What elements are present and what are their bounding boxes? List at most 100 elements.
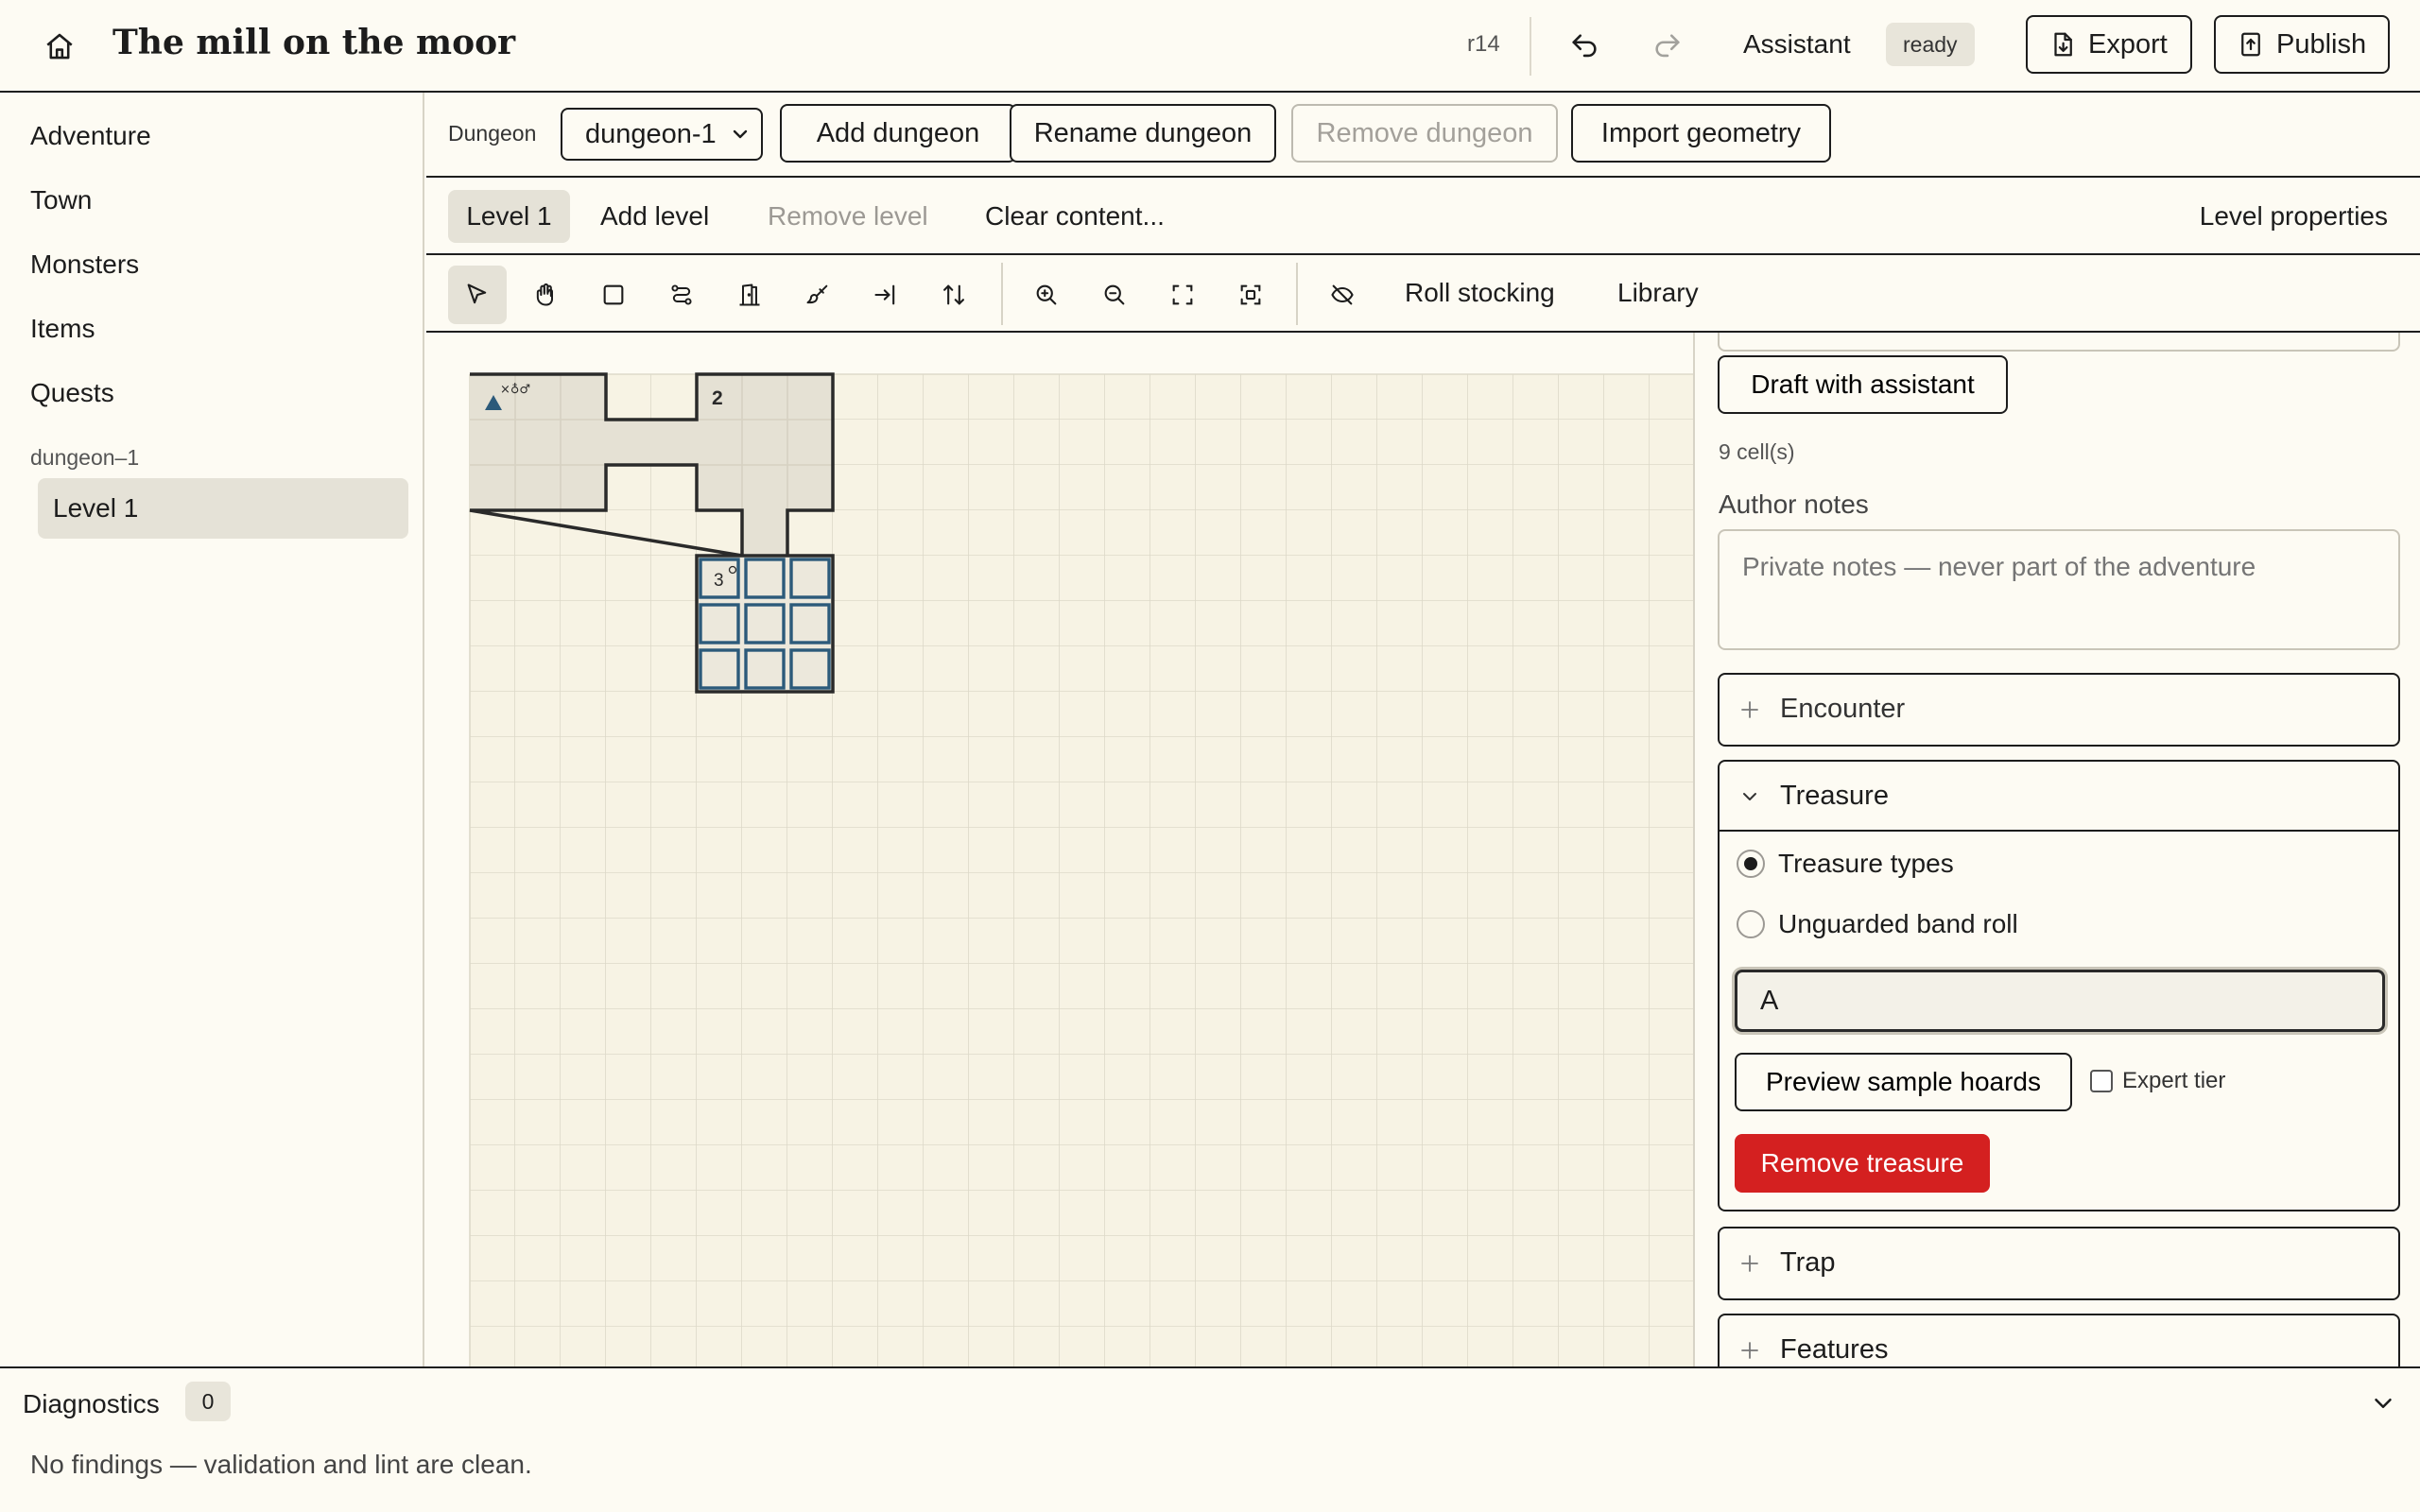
sidebar-item-monsters[interactable]: Monsters (30, 249, 139, 280)
room-properties-panel: Draft with assistant 9 cell(s) Author no… (1693, 333, 2420, 1366)
add-level-button[interactable]: Add level (600, 190, 709, 243)
library-button[interactable]: Library (1617, 278, 1699, 308)
author-notes-label: Author notes (1719, 490, 1869, 519)
trap-section[interactable]: Trap (1718, 1227, 2400, 1300)
publish-button[interactable]: Publish (2214, 15, 2390, 74)
add-dungeon-button[interactable]: Add dungeon (780, 104, 1016, 163)
encounter-header[interactable]: Encounter (1720, 675, 2398, 745)
undo-icon[interactable] (1568, 30, 1600, 62)
diagnostics-count-badge: 0 (185, 1382, 231, 1421)
remove-treasure-button[interactable]: Remove treasure (1735, 1134, 1990, 1193)
sidebar-item-quests[interactable]: Quests (30, 378, 114, 408)
home-icon[interactable] (43, 30, 76, 62)
entrance-icon (873, 282, 899, 308)
app-header: The mill on the moor r14 Assistant ready… (0, 0, 2420, 93)
clear-content-button[interactable]: Clear content... (985, 190, 1165, 243)
room-label: 2 (712, 387, 723, 409)
room-tool[interactable] (584, 266, 643, 324)
level-properties-button[interactable]: Level properties (2200, 190, 2388, 243)
select-icon (464, 282, 491, 308)
rename-dungeon-button[interactable]: Rename dungeon (1010, 104, 1276, 163)
dungeon-select[interactable]: dungeon-1 (561, 108, 763, 161)
paint-tool[interactable] (788, 266, 847, 324)
radio-unselected[interactable] (1737, 910, 1765, 938)
redo-icon (1651, 30, 1684, 62)
encounter-section[interactable]: Encounter (1718, 673, 2400, 747)
room-1[interactable] (470, 374, 606, 510)
import-geometry-button[interactable]: Import geometry (1571, 104, 1831, 163)
checkbox[interactable] (2090, 1070, 2113, 1092)
features-section[interactable]: Features (1718, 1314, 2400, 1366)
room-label: 3 (714, 571, 724, 591)
dungeon-map[interactable]: ×♁♂ 2 3 (426, 333, 1693, 1366)
treasure-types-radio[interactable]: Treasure types (1737, 845, 1954, 883)
toolbar-separator (1001, 263, 1003, 325)
treasure-header[interactable]: Treasure (1720, 762, 2398, 832)
sidebar-item-items[interactable]: Items (30, 314, 95, 344)
corridor-icon (668, 282, 695, 308)
focus-icon (1237, 282, 1264, 308)
preview-sample-hoards-button[interactable]: Preview sample hoards (1735, 1053, 2072, 1111)
focus-tool[interactable] (1221, 266, 1280, 324)
treasure-types-input[interactable] (1735, 970, 2385, 1032)
pan-icon (532, 282, 559, 308)
tab-level-1[interactable]: Level 1 (448, 190, 570, 243)
door-tool[interactable] (720, 266, 779, 324)
sidebar-item-adventure[interactable]: Adventure (30, 121, 151, 151)
assistant-status-badge: ready (1886, 23, 1975, 66)
file-download-icon (2048, 30, 2077, 59)
author-notes-field[interactable] (1718, 529, 2400, 650)
map-grid (470, 374, 1693, 1366)
header-divider (1530, 17, 1531, 76)
draft-with-assistant-button[interactable]: Draft with assistant (1718, 355, 2008, 414)
zoom-out-tool[interactable] (1085, 266, 1144, 324)
stairs-tool[interactable] (925, 266, 983, 324)
corridor-1-2[interactable] (606, 420, 697, 465)
dungeon-label: Dungeon (448, 121, 537, 146)
assistant-label[interactable]: Assistant (1743, 29, 1851, 60)
unguarded-band-radio[interactable]: Unguarded band roll (1737, 905, 2018, 943)
treasure-title: Treasure (1780, 781, 1889, 811)
door-icon (736, 282, 763, 308)
diagnostics-title[interactable]: Diagnostics (23, 1389, 160, 1419)
treasure-types-label: Treasure types (1778, 849, 1954, 878)
level-tabs: Level 1 Add level Remove level Clear con… (426, 178, 2420, 255)
description-field[interactable] (1718, 333, 2400, 352)
select-tool[interactable] (448, 266, 507, 324)
radio-selected[interactable] (1737, 850, 1765, 878)
paint-brush-icon (804, 282, 831, 308)
stairs-icon (941, 282, 967, 308)
publish-icon (2237, 30, 2265, 59)
plus-icon (1738, 698, 1761, 721)
eye-off-icon (1329, 282, 1356, 308)
export-label: Export (2088, 28, 2168, 60)
corridor-2-3[interactable] (742, 510, 787, 556)
zoom-out-icon (1101, 282, 1128, 308)
toolbar-separator (1296, 263, 1298, 325)
map-mark: ×♁♂ (500, 383, 530, 397)
sidebar-item-town[interactable]: Town (30, 185, 92, 215)
cell-count: 9 cell(s) (1719, 439, 1795, 464)
corridor-tool[interactable] (652, 266, 711, 324)
sidebar-dungeon-group: dungeon–1 (30, 445, 140, 470)
diagnostics-message: No findings — validation and lint are cl… (30, 1450, 532, 1479)
export-button[interactable]: Export (2026, 15, 2192, 74)
expert-tier-label: Expert tier (2122, 1068, 2226, 1093)
roll-stocking-button[interactable]: Roll stocking (1405, 278, 1555, 308)
pan-tool[interactable] (516, 266, 575, 324)
zoom-in-tool[interactable] (1017, 266, 1076, 324)
zoom-in-icon (1033, 282, 1060, 308)
remove-dungeon-button: Remove dungeon (1291, 104, 1558, 163)
visibility-tool[interactable] (1313, 266, 1372, 324)
entrance-tool[interactable] (856, 266, 915, 324)
revision-label: r14 (1467, 31, 1500, 57)
expert-tier-checkbox[interactable]: Expert tier (2090, 1068, 2225, 1094)
app-title: The mill on the moor (112, 23, 516, 62)
trap-header[interactable]: Trap (1720, 1228, 2398, 1298)
chevron-down-icon[interactable] (2369, 1389, 2397, 1418)
features-header[interactable]: Features (1720, 1315, 2398, 1366)
fit-tool[interactable] (1153, 266, 1212, 324)
chevron-down-icon (1738, 785, 1761, 808)
sidebar-item-level-1[interactable]: Level 1 (38, 478, 408, 539)
map-canvas[interactable]: ×♁♂ 2 3 (426, 333, 1693, 1366)
